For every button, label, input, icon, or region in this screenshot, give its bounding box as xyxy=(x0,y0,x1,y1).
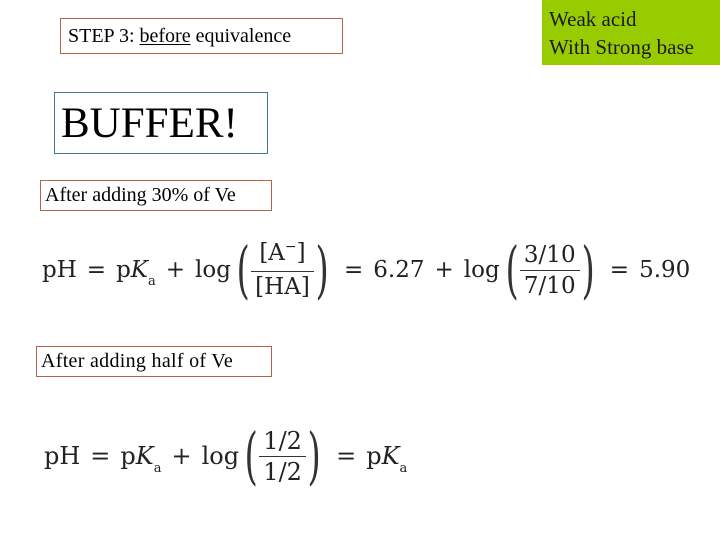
left-paren-2: ( xyxy=(505,233,519,306)
eq-plus: + xyxy=(165,257,186,283)
num-open: [A xyxy=(259,240,285,266)
eq-plus: + xyxy=(171,442,192,470)
left-paren: ( xyxy=(236,233,250,306)
fraction-denominator: 7/10 xyxy=(523,272,576,299)
fraction-denominator: [HA] xyxy=(255,274,310,300)
eq-result-pka: pKa xyxy=(366,442,407,476)
eq-log: log xyxy=(195,257,231,283)
step-suffix: equivalence xyxy=(190,25,292,47)
fraction-concentration: [A−] [HA] xyxy=(251,238,314,302)
eq-equals-2: = xyxy=(344,257,364,283)
num-sup: − xyxy=(284,239,297,255)
topic-badge: Weak acid With Strong base xyxy=(542,0,720,65)
pka-sub: a xyxy=(153,461,162,476)
pka-p: p xyxy=(116,257,131,283)
pka-sub: a xyxy=(147,274,156,289)
pka-p: p xyxy=(366,442,382,470)
section-label-30-percent: After adding 30% of Ve xyxy=(40,180,272,211)
equation-30-percent: pH = pKa + log ( [A−] [HA] ) = 6.27 + lo… xyxy=(42,232,690,308)
eq-log: log xyxy=(201,442,240,470)
eq-equals-3: = xyxy=(609,257,630,283)
eq-result: 5.90 xyxy=(639,257,691,283)
eq-lhs: pH xyxy=(42,257,77,283)
eq-pka-value: 6.27 xyxy=(373,257,425,283)
pka-sub: a xyxy=(399,461,408,476)
right-paren: ) xyxy=(315,233,329,306)
eq-equals-2: = xyxy=(336,442,357,470)
fraction-ratio: 1/2 1/2 xyxy=(259,426,306,487)
eq-log-2: log xyxy=(463,257,500,283)
eq-pka: pKa xyxy=(116,257,156,289)
eq-pka: pKa xyxy=(120,442,161,476)
step-emphasis: before xyxy=(139,25,191,47)
step-prefix: STEP 3: xyxy=(68,25,140,47)
topic-line-1: Weak acid xyxy=(549,7,637,31)
pka-K: K xyxy=(135,442,154,470)
pka-p: p xyxy=(120,442,136,470)
fraction-denominator: 1/2 xyxy=(263,457,302,486)
pka-K: K xyxy=(130,257,148,283)
num-close: ] xyxy=(296,240,306,266)
fraction-numerator: [A−] xyxy=(255,238,309,271)
fraction-ratio: 3/10 7/10 xyxy=(519,240,580,301)
fraction-numerator: 3/10 xyxy=(523,241,576,268)
fraction-numerator: 1/2 xyxy=(263,426,302,455)
eq-lhs: pH xyxy=(44,442,81,470)
buffer-heading: BUFFER! xyxy=(54,92,268,154)
step-title-box: STEP 3: before equivalence xyxy=(60,18,343,54)
topic-line-2: With Strong base xyxy=(549,35,694,59)
eq-equals: = xyxy=(90,442,111,470)
eq-plus-2: + xyxy=(434,257,454,283)
right-paren: ) xyxy=(307,419,321,492)
section-label-half: After adding half of Ve xyxy=(36,346,272,377)
left-paren: ( xyxy=(244,419,258,492)
pka-K: K xyxy=(381,442,400,470)
equation-half-equivalence: pH = pKa + log ( 1/2 1/2 ) = pKa xyxy=(44,418,407,494)
eq-equals: = xyxy=(86,257,107,283)
right-paren-2: ) xyxy=(581,233,595,306)
